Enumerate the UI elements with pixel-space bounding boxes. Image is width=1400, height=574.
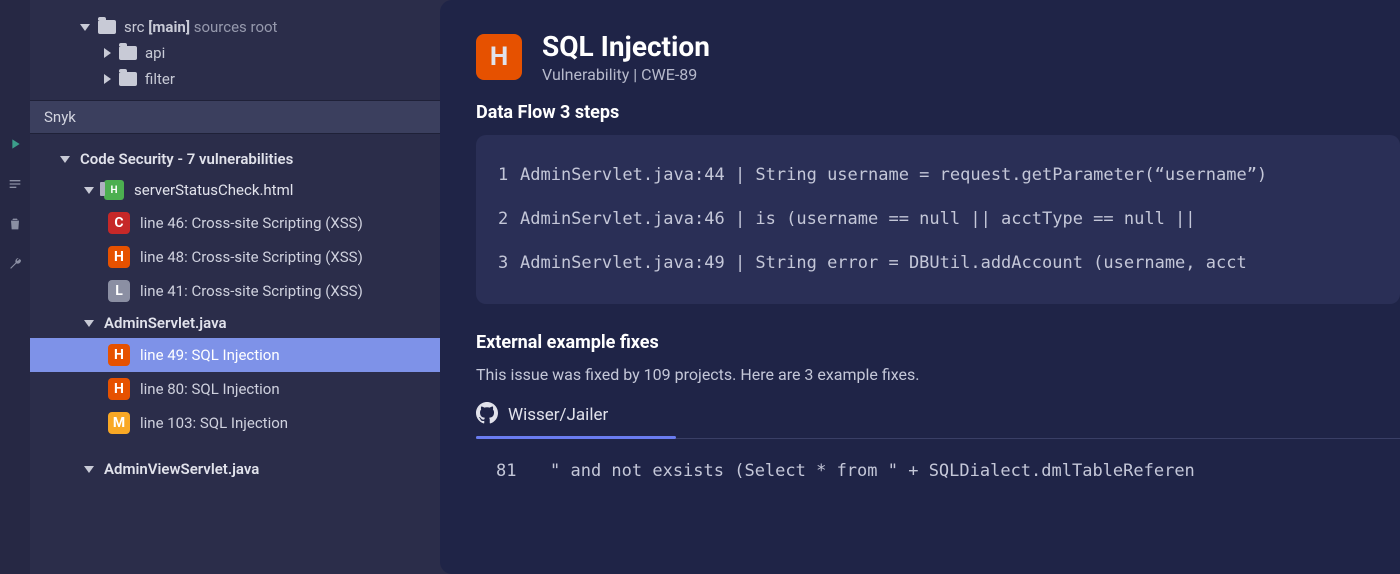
vuln-issue[interactable]: H line 48: Cross-site Scripting (XSS) (60, 240, 440, 274)
fix-tab-label[interactable]: Wisser/Jailer (508, 405, 608, 425)
vuln-issue-label: line 103: SQL Injection (140, 414, 288, 432)
fix-tabs: Wisser/Jailer (476, 402, 1400, 439)
vuln-issue-label: line 41: Cross-site Scripting (XSS) (140, 282, 363, 300)
vuln-issue[interactable]: H line 80: SQL Injection (60, 372, 440, 406)
panel-title: Snyk (30, 100, 440, 134)
severity-badge-high: H (108, 246, 130, 268)
flow-step[interactable]: 1AdminServlet.java:44 | String username … (498, 153, 1378, 197)
severity-badge-high: H (108, 378, 130, 400)
folder-icon (98, 20, 116, 34)
html-file-icon: H (104, 180, 124, 200)
code-line-text: " and not exsists (Select * from " + SQL… (550, 461, 1195, 481)
tree-label: api (145, 44, 165, 62)
chevron-down-icon (84, 466, 94, 473)
tree-item-filter[interactable]: filter (80, 66, 440, 92)
vuln-group-code-security[interactable]: Code Security - 7 vulnerabilities (60, 144, 440, 174)
scroll-icon[interactable] (7, 176, 23, 196)
severity-badge-medium: M (108, 412, 130, 434)
vuln-group-label: Code Security - 7 vulnerabilities (80, 150, 293, 168)
flow-step[interactable]: 2AdminServlet.java:46 | is (username == … (498, 197, 1378, 241)
vuln-issue[interactable]: M line 103: SQL Injection (60, 406, 440, 440)
chevron-down-icon (84, 320, 94, 327)
chevron-down-icon (60, 156, 70, 163)
tree-item-api[interactable]: api (80, 40, 440, 66)
vuln-issue-selected[interactable]: H line 49: SQL Injection (30, 338, 440, 372)
tree-label: src [main] sources root (124, 18, 277, 36)
severity-badge-high: H (476, 34, 522, 80)
detail-panel: H SQL Injection Vulnerability | CWE-89 D… (440, 0, 1400, 574)
chevron-right-icon (104, 74, 111, 84)
vuln-issue-label: line 46: Cross-site Scripting (XSS) (140, 214, 363, 232)
fixes-subtitle: This issue was fixed by 109 projects. He… (476, 365, 1400, 384)
chevron-down-icon (84, 187, 94, 194)
folder-icon (119, 72, 137, 86)
data-flow-box: 1AdminServlet.java:44 | String username … (476, 135, 1400, 304)
vuln-file-serverstatuscheck[interactable]: H serverStatusCheck.html (60, 174, 440, 206)
data-flow-title: Data Flow 3 steps (476, 102, 1400, 123)
github-icon (476, 402, 498, 428)
wrench-icon[interactable] (7, 256, 23, 276)
vuln-tree: Code Security - 7 vulnerabilities H serv… (30, 134, 440, 484)
detail-subtitle: Vulnerability | CWE-89 (542, 65, 710, 84)
detail-header: H SQL Injection Vulnerability | CWE-89 (476, 30, 1400, 84)
severity-badge-critical: C (108, 212, 130, 234)
vuln-file-label: AdminViewServlet.java (104, 460, 259, 478)
vuln-file-adminservlet[interactable]: AdminServlet.java (60, 308, 440, 338)
vuln-issue-label: line 48: Cross-site Scripting (XSS) (140, 248, 363, 266)
trash-icon[interactable] (7, 216, 23, 236)
vuln-issue[interactable]: C line 46: Cross-site Scripting (XSS) (60, 206, 440, 240)
code-line-number: 81 (496, 461, 550, 481)
severity-badge-low: L (108, 280, 130, 302)
fix-code-sample: 81" and not exsists (Select * from " + S… (476, 439, 1400, 481)
fixes-title: External example fixes (476, 332, 1400, 353)
vuln-file-label: AdminServlet.java (104, 314, 227, 332)
tree-root-src[interactable]: src [main] sources root (80, 14, 440, 40)
left-panel: src [main] sources root api filter Snyk … (30, 0, 440, 574)
vuln-issue-label: line 49: SQL Injection (140, 346, 280, 364)
chevron-right-icon (104, 48, 111, 58)
chevron-down-icon (80, 24, 90, 31)
flow-step[interactable]: 3AdminServlet.java:49 | String error = D… (498, 241, 1378, 285)
play-icon[interactable] (7, 136, 23, 156)
tab-underline (476, 436, 676, 439)
detail-title: SQL Injection (542, 30, 710, 63)
vuln-file-adminviewservlet[interactable]: AdminViewServlet.java (60, 454, 440, 484)
tree-label: filter (145, 70, 175, 88)
vuln-issue-label: line 80: SQL Injection (140, 380, 280, 398)
vuln-file-label: serverStatusCheck.html (134, 181, 293, 199)
folder-icon (119, 46, 137, 60)
vuln-issue[interactable]: L line 41: Cross-site Scripting (XSS) (60, 274, 440, 308)
file-tree: src [main] sources root api filter (30, 0, 440, 100)
tool-gutter (0, 0, 30, 574)
severity-badge-high: H (108, 344, 130, 366)
